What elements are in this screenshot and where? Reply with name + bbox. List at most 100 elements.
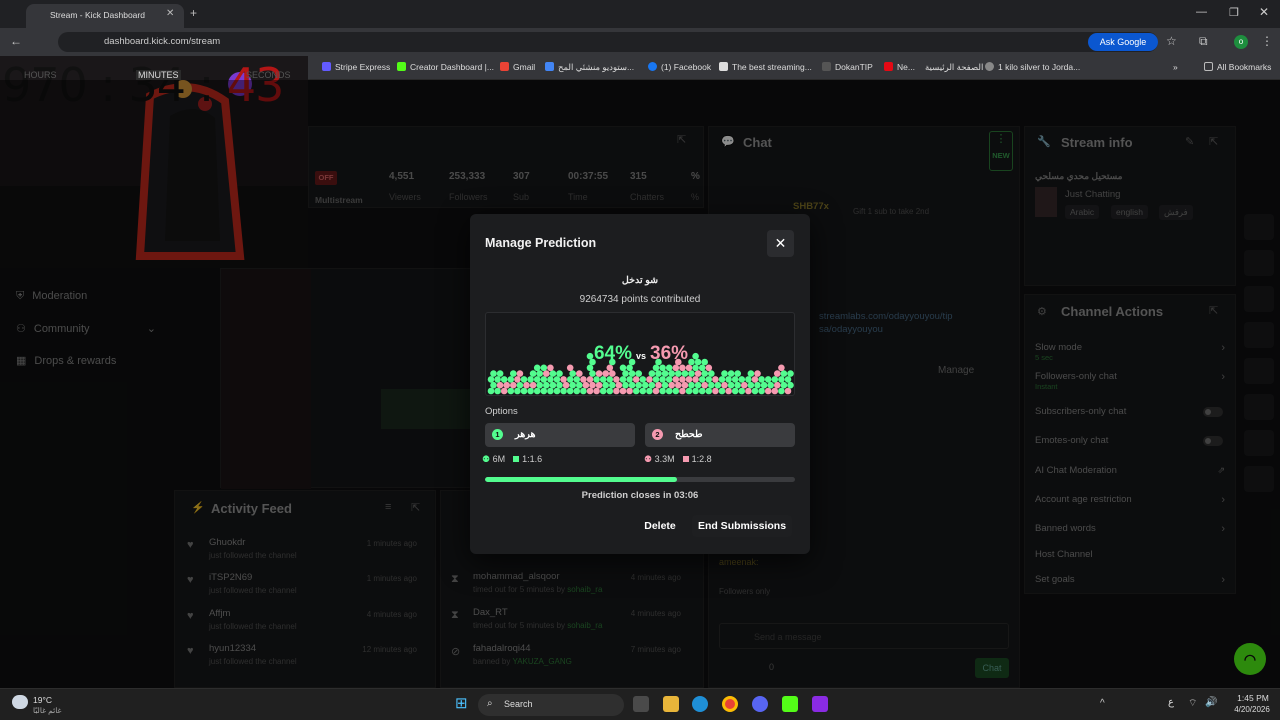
prediction-dot [593, 387, 600, 395]
prediction-dot [635, 370, 642, 377]
option-a[interactable]: 1 هرهر [485, 423, 635, 447]
weather-icon[interactable] [12, 695, 28, 709]
prediction-dot [543, 381, 550, 389]
prediction-dot [698, 376, 706, 383]
window-close-icon[interactable]: ✕ [1259, 5, 1269, 19]
prediction-dot [778, 387, 785, 395]
input-language[interactable]: ع [1168, 697, 1174, 708]
all-bookmarks[interactable]: All Bookmarks [1204, 62, 1271, 72]
windows-start-icon[interactable]: ⊞ [455, 696, 468, 712]
ask-google-button[interactable]: Ask Google [1088, 33, 1158, 51]
prediction-dot [496, 370, 504, 377]
all-bookmarks-label: All Bookmarks [1217, 62, 1272, 72]
prediction-dot [586, 364, 594, 372]
prediction-dot [529, 381, 537, 389]
prediction-dot [665, 364, 673, 372]
prediction-dot [576, 381, 583, 389]
bookmark-item[interactable]: الصفحة الرئيسية [925, 62, 983, 73]
bookmark-item[interactable]: Stripe Express [322, 62, 390, 72]
edge-icon[interactable] [692, 696, 708, 712]
close-icon[interactable]: ✕ [767, 230, 794, 257]
option-b[interactable]: 2 طحطح [645, 423, 795, 447]
tray-chevron-icon[interactable]: ^ [1100, 698, 1105, 709]
prediction-dot [652, 376, 660, 383]
timer-label-hours: HOURS [24, 70, 57, 80]
prediction-dot [580, 376, 587, 383]
volume-icon[interactable]: 🔊 [1205, 697, 1217, 708]
prediction-dot [655, 381, 662, 389]
bookmark-item[interactable]: DokanTIP [822, 62, 873, 72]
prediction-dot [580, 387, 587, 395]
prediction-dot [787, 381, 794, 389]
prediction-dot [536, 381, 543, 389]
prediction-dot [771, 387, 779, 395]
bookmark-item[interactable]: ستوديو منشئي المح... [545, 62, 634, 73]
prediction-dot [685, 387, 693, 395]
prediction-dot [613, 376, 620, 383]
prediction-dot [754, 381, 761, 389]
prediction-dot [556, 370, 563, 377]
bookmark-star-icon[interactable]: ☆ [1166, 34, 1177, 48]
extensions-icon[interactable]: ⧉ [1199, 34, 1208, 49]
prediction-dot [727, 370, 735, 377]
prediction-dot [646, 387, 653, 395]
bookmark-item[interactable]: The best streaming... [719, 62, 812, 72]
prediction-dot [560, 376, 567, 383]
prediction-dot [626, 376, 633, 383]
prediction-dot [619, 387, 627, 395]
chrome-icon[interactable] [722, 696, 738, 712]
wifi-icon[interactable]: ⌔ [1188, 697, 1197, 710]
prediction-dot [679, 376, 686, 383]
prediction-dot [500, 387, 508, 395]
prediction-dot [659, 364, 666, 372]
profile-avatar[interactable]: o [1234, 35, 1248, 49]
minimize-icon[interactable]: — [1196, 6, 1207, 18]
prediction-dot [533, 387, 541, 395]
browser-tab[interactable]: Stream - Kick Dashboard [26, 4, 184, 28]
clock-time[interactable]: 1:45 PM [1232, 693, 1274, 703]
close-tab-icon[interactable]: ✕ [166, 8, 174, 19]
prediction-dot [632, 376, 640, 383]
kick-app-icon[interactable] [782, 696, 798, 712]
prediction-dot [734, 381, 741, 389]
prediction-dot [692, 387, 699, 395]
url-text: dashboard.kick.com/stream [104, 36, 221, 47]
prediction-dot [661, 370, 669, 377]
end-submissions-button[interactable]: End Submissions [692, 515, 792, 537]
prediction-dot [652, 387, 660, 395]
discord-icon[interactable] [752, 696, 768, 712]
option-number: 1 [492, 429, 503, 440]
bookmark-item[interactable]: Ne... [884, 62, 915, 72]
option-label: هرهر [515, 429, 536, 440]
prediction-dot [593, 376, 600, 383]
delete-button[interactable]: Delete [640, 515, 680, 537]
maximize-icon[interactable]: ❐ [1229, 6, 1239, 19]
prediction-dot [586, 387, 594, 395]
prediction-dot [566, 376, 574, 383]
prediction-dot [628, 381, 636, 389]
prediction-dot [734, 370, 741, 377]
browser-menu-icon[interactable]: ⋮ [1261, 34, 1273, 48]
new-tab-icon[interactable]: + [190, 6, 197, 20]
file-explorer-icon[interactable] [663, 696, 679, 712]
url-bar[interactable]: dashboard.kick.com/stream [58, 32, 1158, 52]
app-icon[interactable] [812, 696, 828, 712]
option-number: 2 [652, 429, 663, 440]
prediction-dot [602, 370, 609, 377]
gmail-icon [500, 62, 509, 71]
vs-label: vs [635, 351, 646, 361]
bookmark-item[interactable]: Gmail [500, 62, 535, 72]
task-view-icon[interactable] [633, 696, 649, 712]
clock-date[interactable]: 4/20/2026 [1226, 705, 1278, 714]
bookmark-label: (1) Facebook [661, 62, 712, 72]
prediction-dot [712, 376, 719, 383]
back-icon[interactable]: ← [10, 34, 22, 48]
bookmarks-overflow-icon[interactable]: » [1173, 62, 1178, 72]
prediction-visual: 64% vs 36% [485, 312, 795, 396]
bookmark-item[interactable]: (1) Facebook [648, 62, 711, 72]
taskbar-search[interactable]: ⌕ Search [478, 694, 624, 716]
bookmark-label: The best streaming... [732, 62, 812, 72]
bookmark-item[interactable]: 1 kilo silver to Jorda... [985, 62, 1080, 72]
bookmark-item[interactable]: Creator Dashboard |... [397, 62, 494, 72]
bookmark-label: Creator Dashboard |... [410, 62, 494, 72]
